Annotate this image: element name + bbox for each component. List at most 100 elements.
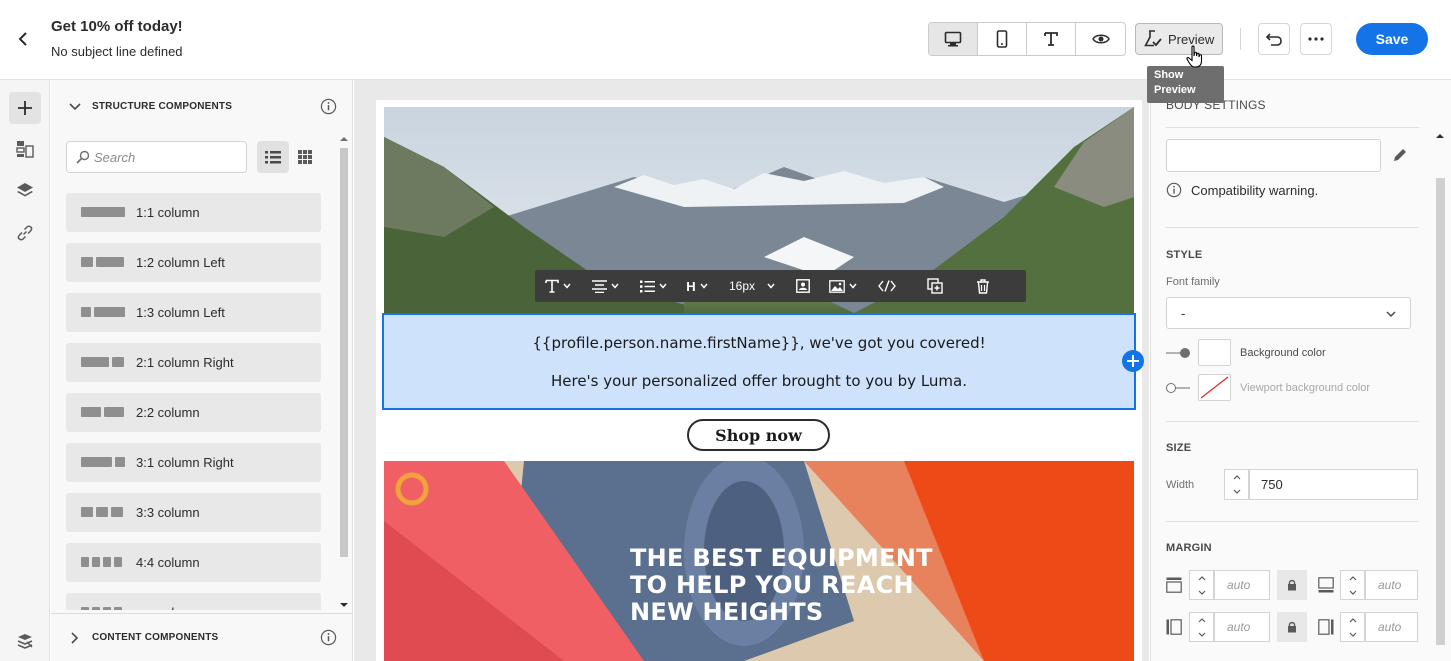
promo-banner-image[interactable]: THE BEST EQUIPMENT TO HELP YOU REACH NEW… xyxy=(384,461,1134,661)
shop-now-button[interactable]: Shop now xyxy=(687,419,830,451)
align-dropdown[interactable] xyxy=(581,270,629,302)
save-button[interactable]: Save xyxy=(1356,23,1428,55)
properties-scrollbar[interactable] xyxy=(1434,80,1446,661)
structure-component-item[interactable]: n:n column xyxy=(66,593,321,610)
toggle-knob xyxy=(1166,383,1176,393)
margin-bottom-input[interactable]: auto xyxy=(1365,570,1418,600)
info-icon[interactable] xyxy=(320,629,337,646)
offer-line[interactable]: Here's your personalized offer brought t… xyxy=(384,372,1134,390)
divider xyxy=(1166,421,1419,422)
panel-scrollbar[interactable] xyxy=(339,136,349,611)
pencil-icon[interactable] xyxy=(1392,147,1408,163)
background-color-toggle[interactable] xyxy=(1166,347,1190,359)
more-icon xyxy=(1308,37,1324,41)
structure-component-item[interactable]: 3:1 column Right xyxy=(66,443,321,482)
banner-line: NEW HEIGHTS xyxy=(630,598,824,626)
structure-component-item[interactable]: 2:2 column xyxy=(66,393,321,432)
desktop-view-button[interactable] xyxy=(929,23,978,55)
heading-dropdown[interactable]: H xyxy=(677,270,717,302)
structure-component-label: 4:4 column xyxy=(136,555,200,570)
grid-view-button[interactable] xyxy=(289,141,321,173)
structure-component-label: 1:2 column Left xyxy=(136,255,225,270)
list-view-button[interactable] xyxy=(257,141,289,173)
margin-right-stepper[interactable] xyxy=(1340,612,1365,642)
selected-text-block[interactable]: {{profile.person.name.firstName}}, we've… xyxy=(382,313,1136,410)
font-family-select[interactable]: - xyxy=(1166,297,1411,329)
no-color-icon xyxy=(1200,376,1229,399)
structure-component-label: 2:2 column xyxy=(136,405,200,420)
structure-component-label: 3:3 column xyxy=(136,505,200,520)
margin-left-input[interactable]: auto xyxy=(1214,612,1270,642)
plus-icon xyxy=(18,101,32,115)
info-icon[interactable] xyxy=(320,98,337,115)
margin-top-stepper[interactable] xyxy=(1189,570,1214,600)
code-icon xyxy=(878,280,896,292)
delete-button[interactable] xyxy=(963,270,1003,302)
structure-component-item[interactable]: 2:1 column Right xyxy=(66,343,321,382)
search-input[interactable]: Search xyxy=(66,141,247,173)
add-components-button[interactable] xyxy=(9,92,41,124)
width-input[interactable]: 750 xyxy=(1249,469,1418,500)
structure-component-item[interactable]: 1:2 column Left xyxy=(66,243,321,282)
body-name-field[interactable] xyxy=(1166,139,1381,172)
search-icon xyxy=(76,150,90,164)
structure-components-header[interactable]: STRUCTURE COMPONENTS xyxy=(51,81,353,131)
column-layout-icon xyxy=(81,457,125,467)
layers-button[interactable] xyxy=(9,175,41,207)
banner-line: THE BEST EQUIPMENT xyxy=(630,544,933,572)
structure-component-item[interactable]: 3:3 column xyxy=(66,493,321,532)
undo-button[interactable] xyxy=(1258,23,1290,55)
margin-top-input[interactable]: auto xyxy=(1214,570,1270,600)
scroll-thumb[interactable] xyxy=(1436,178,1445,645)
personalize-button[interactable] xyxy=(787,270,819,302)
list-icon xyxy=(265,151,281,164)
margin-lock-button[interactable] xyxy=(1277,612,1307,642)
margin-right-input[interactable]: auto xyxy=(1365,612,1418,642)
column-layout-icon xyxy=(81,507,123,517)
background-color-swatch[interactable] xyxy=(1198,339,1231,366)
preview-button[interactable]: Preview xyxy=(1135,23,1223,55)
align-center-icon xyxy=(591,279,607,293)
column-layout-icon xyxy=(81,557,122,567)
assets-button[interactable] xyxy=(9,133,41,165)
list-dropdown[interactable] xyxy=(629,270,677,302)
image-dropdown[interactable] xyxy=(819,270,867,302)
viewport-bg-swatch[interactable] xyxy=(1198,374,1231,401)
back-button[interactable] xyxy=(12,28,34,50)
structure-component-item[interactable]: 1:1 column xyxy=(66,193,321,232)
scroll-thumb[interactable] xyxy=(340,148,348,557)
width-stepper[interactable] xyxy=(1224,469,1249,500)
duplicate-button[interactable] xyxy=(907,270,963,302)
text-style-dropdown[interactable] xyxy=(535,270,581,302)
structure-component-item[interactable]: 4:4 column xyxy=(66,543,321,582)
structure-component-item[interactable]: 1:3 column Left xyxy=(66,293,321,332)
content-components-header[interactable]: CONTENT COMPONENTS xyxy=(51,613,353,661)
search-placeholder: Search xyxy=(94,149,136,165)
mobile-view-button[interactable] xyxy=(978,23,1027,55)
background-color-label: Background color xyxy=(1240,347,1326,359)
links-button[interactable] xyxy=(9,217,41,249)
rich-text-toolbar: H 16px xyxy=(535,270,1026,302)
margin-lock-button[interactable] xyxy=(1277,570,1307,600)
text-icon xyxy=(545,279,559,293)
font-size-dropdown[interactable]: 16px xyxy=(717,270,787,302)
margin-left-stepper[interactable] xyxy=(1189,612,1214,642)
chevron-up-icon xyxy=(1198,575,1205,580)
divider xyxy=(1166,127,1419,128)
mobile-icon xyxy=(996,30,1008,48)
layers-stack-button[interactable] xyxy=(9,626,41,658)
viewport-bg-toggle[interactable] xyxy=(1166,382,1190,394)
device-switcher xyxy=(928,22,1126,56)
greeting-line[interactable]: {{profile.person.name.firstName}}, we've… xyxy=(384,334,1134,352)
margin-left-icon xyxy=(1166,619,1182,635)
text-view-button[interactable] xyxy=(1027,23,1076,55)
visibility-button[interactable] xyxy=(1076,23,1125,55)
margin-right-icon xyxy=(1318,619,1334,635)
chevron-down-icon xyxy=(1233,489,1240,495)
divider xyxy=(1240,28,1241,50)
source-code-button[interactable] xyxy=(867,270,907,302)
add-component-handle[interactable] xyxy=(1122,350,1144,372)
beaker-check-icon xyxy=(1144,30,1162,47)
more-options-button[interactable] xyxy=(1300,23,1332,55)
margin-bottom-stepper[interactable] xyxy=(1340,570,1365,600)
